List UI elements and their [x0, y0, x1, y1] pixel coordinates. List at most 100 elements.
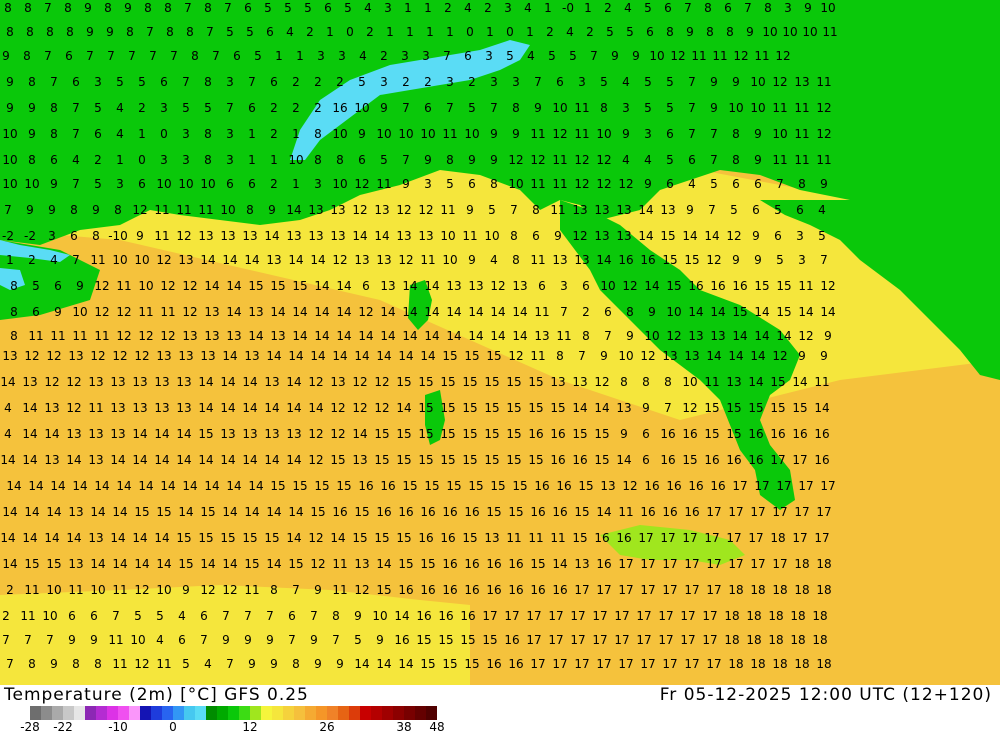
temperature-value-label: 16	[792, 427, 807, 441]
temperature-value-label: 10	[644, 329, 659, 343]
temperature-value-label: 7	[710, 153, 718, 167]
legend-color-swatch	[206, 706, 217, 720]
temperature-value-label: 14	[314, 329, 329, 343]
temperature-value-label: 1	[292, 177, 300, 191]
temperature-value-label: 17	[748, 531, 763, 545]
temperature-value-label: 9	[611, 49, 619, 63]
temperature-value-label: 11	[550, 531, 565, 545]
temperature-value-label: 12	[733, 49, 748, 63]
temperature-value-label: 16	[640, 253, 655, 267]
legend-color-swatch	[41, 706, 52, 720]
temperature-value-label: 7	[688, 127, 696, 141]
temperature-value-label: 1	[446, 25, 454, 39]
temperature-value-label: 14	[468, 329, 483, 343]
temperature-value-label: 13	[684, 349, 699, 363]
temperature-value-label: 16	[442, 505, 457, 519]
temperature-value-label: 8	[126, 25, 134, 39]
temperature-value-label: 15	[792, 401, 807, 415]
temperature-value-label: 9	[490, 153, 498, 167]
temperature-value-label: 14	[402, 305, 417, 319]
temperature-value-label: 8	[490, 177, 498, 191]
temperature-value-label: 7	[170, 49, 178, 63]
temperature-value-label: 14	[156, 557, 171, 571]
temperature-value-label: 6	[604, 305, 612, 319]
temperature-value-label: 9	[644, 177, 652, 191]
legend-color-swatch	[360, 706, 371, 720]
temperature-value-label: 15	[398, 557, 413, 571]
temperature-value-label: 11	[332, 583, 347, 597]
temperature-value-label: 4	[50, 253, 58, 267]
temperature-value-label: 12	[310, 557, 325, 571]
temperature-value-label: 17	[636, 609, 651, 623]
temperature-value-label: 3	[796, 229, 804, 243]
temperature-value-label: 13	[308, 203, 323, 217]
temperature-value-label: 17	[504, 609, 519, 623]
temperature-value-label: 14	[154, 531, 169, 545]
temperature-value-label: 7	[332, 633, 340, 647]
temperature-value-label: 16	[726, 453, 741, 467]
temperature-value-label: 11	[556, 329, 571, 343]
temperature-value-label: 10	[750, 101, 765, 115]
temperature-value-label: 10	[649, 49, 664, 63]
temperature-value-label: 1	[248, 153, 256, 167]
temperature-value-label: 15	[512, 479, 527, 493]
temperature-value-label: 6	[532, 229, 540, 243]
temperature-value-label: 3	[160, 153, 168, 167]
temperature-value-label: 17	[706, 657, 721, 671]
temperature-value-label: 2	[270, 177, 278, 191]
temperature-value-label: 9	[314, 583, 322, 597]
temperature-value-label: 1	[138, 127, 146, 141]
temperature-value-label: 14	[336, 329, 351, 343]
temperature-value-label: 11	[462, 229, 477, 243]
temperature-value-label: 8	[764, 1, 772, 15]
temperature-value-label: 17	[750, 505, 765, 519]
legend-color-swatch	[162, 706, 173, 720]
temperature-value-label: 9	[798, 349, 806, 363]
temperature-value-label: 7	[604, 329, 612, 343]
temperature-value-label: 6	[642, 427, 650, 441]
temperature-value-label: 15	[244, 557, 259, 571]
temperature-value-label: 15	[682, 453, 697, 467]
temperature-value-label: 13	[446, 279, 461, 293]
temperature-value-label: 15	[776, 305, 791, 319]
temperature-value-label: 17	[732, 479, 747, 493]
temperature-value-label: 3	[182, 153, 190, 167]
temperature-value-label: 8	[164, 1, 172, 15]
temperature-value-label: 6	[94, 127, 102, 141]
temperature-value-label: 6	[233, 49, 241, 63]
temperature-value-label: 16	[550, 453, 565, 467]
legend-tick-label: 0	[169, 720, 177, 734]
temperature-value-label: 11	[156, 657, 171, 671]
temperature-value-label: 14	[22, 531, 37, 545]
legend-color-swatch	[217, 706, 228, 720]
temperature-value-label: 11	[794, 101, 809, 115]
temperature-value-label: 17	[662, 583, 677, 597]
temperature-value-label: 13	[22, 375, 37, 389]
temperature-value-label: 14	[22, 453, 37, 467]
temperature-value-label: 9	[820, 177, 828, 191]
temperature-value-label: 7	[182, 75, 190, 89]
temperature-value-label: 8	[204, 1, 212, 15]
temperature-value-label: 3	[401, 49, 409, 63]
legend-color-swatch	[382, 706, 393, 720]
temperature-value-label: 14	[90, 557, 105, 571]
temperature-value-label: 16	[486, 557, 501, 571]
temperature-value-label: 9	[124, 1, 132, 15]
temperature-value-label: 14	[2, 557, 17, 571]
temperature-value-label: 5	[94, 177, 102, 191]
temperature-value-label: 17	[592, 609, 607, 623]
temperature-value-label: 4	[688, 177, 696, 191]
temperature-value-label: 13	[308, 229, 323, 243]
temperature-value-label: 17	[552, 657, 567, 671]
temperature-value-label: 12	[622, 279, 637, 293]
temperature-value-label: 18	[790, 633, 805, 647]
temperature-value-label: 12	[772, 349, 787, 363]
temperature-value-label: 6	[226, 177, 234, 191]
temperature-value-label: 7	[744, 1, 752, 15]
temperature-value-label: 14	[446, 329, 461, 343]
temperature-value-label: 14	[754, 329, 769, 343]
temperature-value-label: 6	[244, 1, 252, 15]
temperature-value-label: 3	[798, 253, 806, 267]
legend-color-swatch	[184, 706, 195, 720]
legend-tick-label: 12	[242, 720, 258, 734]
